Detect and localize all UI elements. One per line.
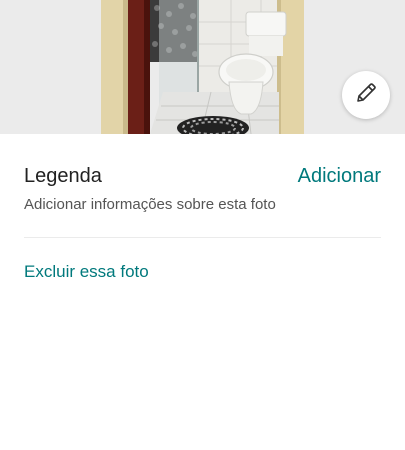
edit-photo-button[interactable] xyxy=(342,71,390,119)
caption-description: Adicionar informações sobre esta foto xyxy=(24,196,276,213)
divider xyxy=(24,237,381,238)
photo-detail-screen: Legenda Adicionar Adicionar informações … xyxy=(0,0,405,450)
bathroom-photo[interactable] xyxy=(101,0,304,134)
delete-photo-link[interactable]: Excluir essa foto xyxy=(24,261,149,283)
caption-title: Legenda xyxy=(24,165,102,187)
pencil-icon xyxy=(354,81,378,110)
add-caption-button[interactable]: Adicionar xyxy=(298,164,381,188)
photo-header xyxy=(0,0,405,134)
